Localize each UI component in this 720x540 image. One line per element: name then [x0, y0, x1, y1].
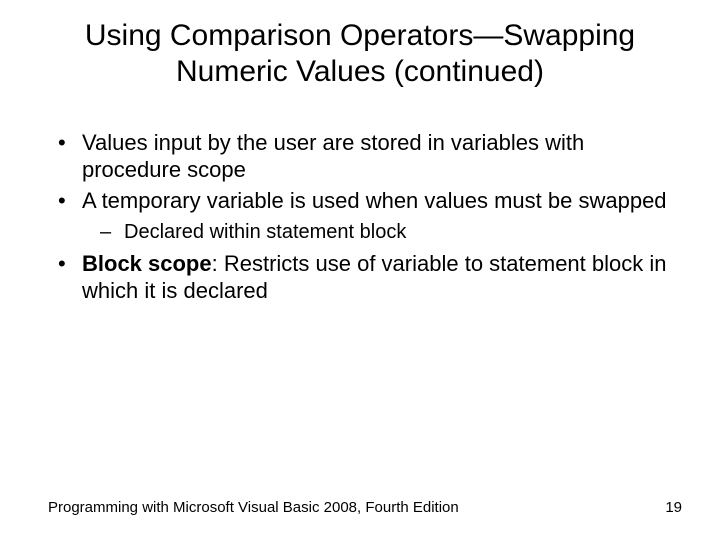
bullet-item-3: Block scope: Restricts use of variable t…: [54, 251, 672, 305]
bullet-list: Values input by the user are stored in v…: [54, 130, 672, 305]
slide-footer: Programming with Microsoft Visual Basic …: [48, 499, 682, 516]
bullet-item-2: A temporary variable is used when values…: [54, 188, 672, 245]
bullet-item-1: Values input by the user are stored in v…: [54, 130, 672, 184]
sub-bullet-list: Declared within statement block: [82, 220, 672, 244]
slide-title: Using Comparison Operators—Swapping Nume…: [60, 18, 660, 90]
slide-content: Values input by the user are stored in v…: [48, 130, 672, 305]
bullet-item-3-bold: Block scope: [82, 251, 212, 276]
page-number: 19: [665, 499, 682, 516]
slide-container: Using Comparison Operators—Swapping Nume…: [0, 0, 720, 540]
footer-text: Programming with Microsoft Visual Basic …: [48, 499, 459, 516]
sub-bullet-item-1: Declared within statement block: [96, 220, 672, 244]
bullet-item-2-text: A temporary variable is used when values…: [82, 188, 667, 213]
